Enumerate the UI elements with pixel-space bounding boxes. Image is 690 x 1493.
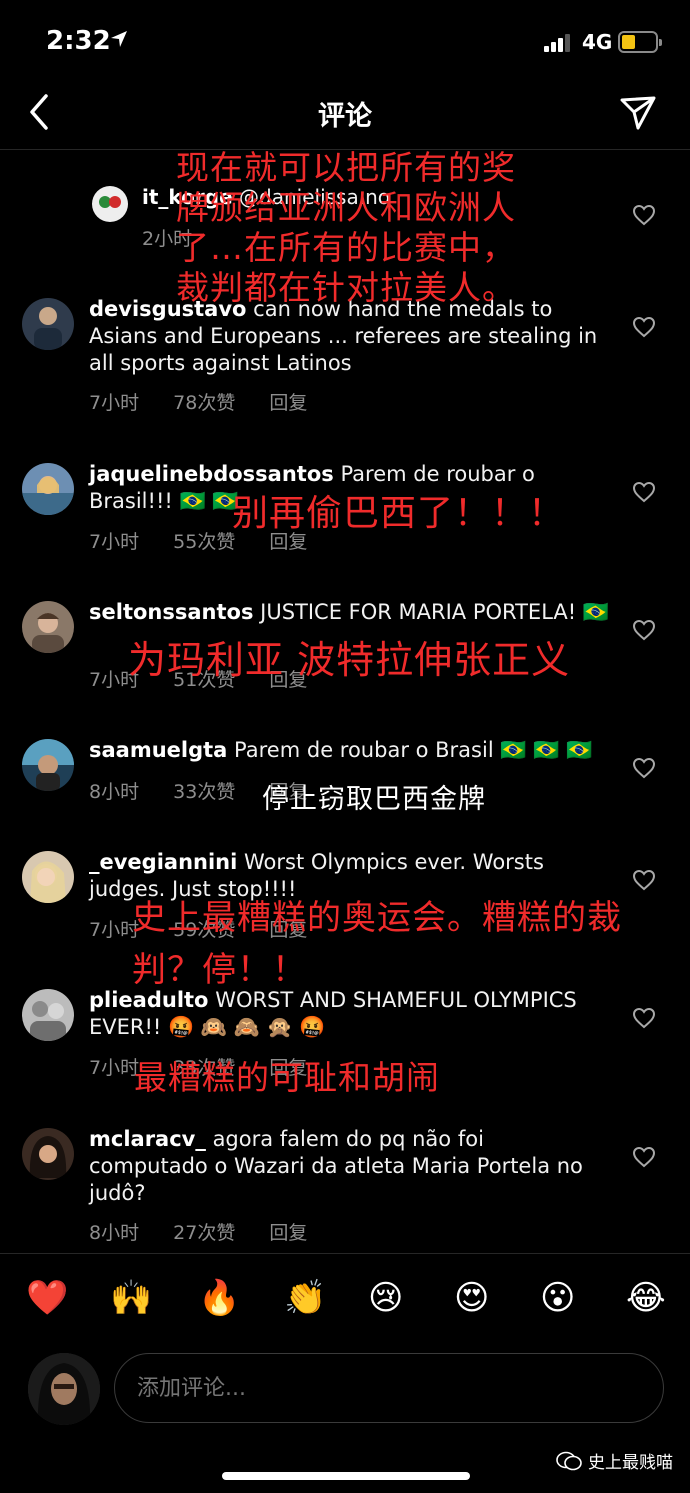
home-indicator[interactable] — [222, 1472, 470, 1480]
avatar[interactable] — [22, 989, 74, 1041]
surprised-emoji-button[interactable]: 😮 — [540, 1278, 575, 1318]
avatar[interactable] — [22, 463, 74, 515]
comment-meta: 7小时 78次赞 回复 — [89, 388, 335, 415]
like-heart-icon[interactable] — [632, 757, 656, 779]
like-heart-icon[interactable] — [632, 481, 656, 503]
watermark: 史上最贱喵 — [556, 1448, 673, 1473]
like-heart-icon[interactable] — [632, 316, 656, 338]
avatar[interactable] — [28, 1353, 100, 1425]
comment-text: JUSTICE FOR MARIA PORTELA! 🇧🇷 — [260, 600, 609, 624]
wechat-icon — [556, 1451, 582, 1470]
avatar[interactable] — [22, 1128, 74, 1180]
comment-username[interactable]: _evegiannini — [89, 850, 237, 874]
comments-header: 评论 — [0, 80, 690, 150]
comment-input[interactable] — [114, 1353, 664, 1423]
translation-overlay-4: 停止窃取巴西金牌 — [262, 784, 486, 815]
heart-emoji-button[interactable]: ❤️ — [26, 1278, 68, 1318]
signal-strength-icon — [544, 34, 572, 52]
avatar[interactable] — [22, 851, 74, 903]
heart-eyes-emoji-button[interactable]: 😍 — [454, 1278, 489, 1318]
avatar[interactable] — [22, 739, 74, 791]
quick-reactions-bar: ❤️ 🙌 🔥 👏 😢 😍 😮 😂 — [0, 1253, 690, 1343]
comment-likes[interactable]: 27次赞 — [173, 1222, 235, 1244]
location-arrow-icon — [111, 31, 127, 47]
network-type: 4G — [582, 30, 613, 54]
reply-button[interactable]: 回复 — [269, 1222, 307, 1244]
like-heart-icon[interactable] — [632, 204, 656, 226]
comment-time: 7小时 — [89, 392, 140, 414]
avatar[interactable] — [22, 298, 74, 350]
reply-button[interactable]: 回复 — [269, 392, 307, 414]
crying-emoji-button[interactable]: 😢 — [368, 1278, 403, 1318]
comment-likes[interactable]: 33次赞 — [173, 781, 235, 803]
comment-time: 8小时 — [89, 781, 140, 803]
like-heart-icon[interactable] — [632, 1146, 656, 1168]
comment-username[interactable]: seltonssantos — [89, 600, 253, 624]
like-heart-icon[interactable] — [632, 869, 656, 891]
translation-overlay-6: 最糟糕的可耻和胡闹 — [134, 1058, 440, 1097]
battery-icon — [618, 31, 662, 53]
like-heart-icon[interactable] — [632, 1007, 656, 1029]
comment-username[interactable]: jaquelinebdossantos — [89, 462, 334, 486]
comment-meta: 8小时 27次赞 回复 — [89, 1218, 335, 1245]
laughing-emoji-button[interactable]: 😂 — [626, 1278, 666, 1318]
watermark-text: 史上最贱喵 — [588, 1453, 673, 1473]
comment-composer — [0, 1343, 690, 1443]
page-title: 评论 — [318, 101, 372, 132]
direct-send-icon[interactable] — [618, 92, 658, 132]
like-heart-icon[interactable] — [632, 619, 656, 641]
comment-username[interactable]: saamuelgta — [89, 738, 227, 762]
comment-time: 8小时 — [89, 1222, 140, 1244]
fire-emoji-button[interactable]: 🔥 — [198, 1278, 240, 1318]
avatar[interactable] — [22, 601, 74, 653]
translation-overlay-3: 为玛利亚 波特拉伸张正义 — [128, 638, 571, 682]
comment-likes[interactable]: 78次赞 — [173, 392, 235, 414]
comment-likes[interactable]: 55次赞 — [173, 531, 235, 553]
translation-overlay-1: 现在就可以把所有的奖牌颁给亚洲人和欧洲人了…在所有的比赛中，裁判都在针对拉美人。 — [176, 148, 516, 307]
comment-text: Parem de roubar o Brasil 🇧🇷 🇧🇷 🇧🇷 — [234, 738, 593, 762]
comment-time: 7小时 — [89, 531, 140, 553]
comment-time: 7小时 — [89, 1057, 140, 1079]
clapping-emoji-button[interactable]: 👏 — [284, 1278, 326, 1318]
avatar[interactable] — [92, 186, 128, 222]
reply-button[interactable]: 回复 — [269, 531, 307, 553]
raising-hands-emoji-button[interactable]: 🙌 — [110, 1278, 152, 1318]
status-time: 2:32 — [46, 26, 111, 56]
translation-overlay-5: 史上最糟糕的奥运会。糟糕的裁判？停！！ — [132, 898, 622, 990]
status-bar: 2:32 4G — [0, 0, 690, 80]
translation-overlay-2: 别再偷巴西了！！！ — [232, 493, 566, 534]
comment-username[interactable]: mclaracv_ — [89, 1127, 206, 1151]
